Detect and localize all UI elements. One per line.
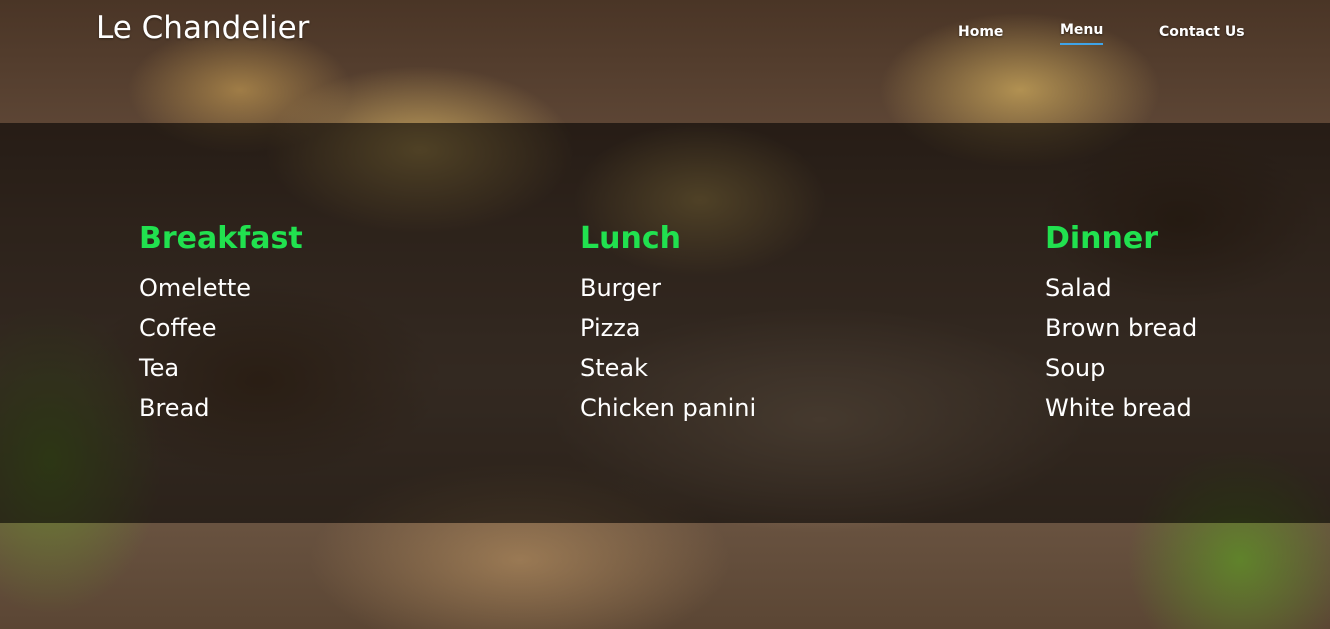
breakfast-title: Breakfast — [139, 221, 303, 256]
nav-contact-link[interactable]: Contact Us — [1159, 24, 1245, 40]
dinner-column: Dinner Salad Brown bread Soup White brea… — [1045, 220, 1197, 428]
nav-menu-link[interactable]: Menu — [1060, 22, 1104, 45]
menu-item: Salad — [1045, 274, 1112, 302]
nav-home-link[interactable]: Home — [958, 24, 1003, 40]
menu-item: Brown bread — [1045, 314, 1198, 342]
page-background: Le Chandelier Home Menu Contact Us Break… — [0, 0, 1330, 629]
lunch-title: Lunch — [580, 221, 681, 256]
breakfast-column: Breakfast Omelette Coffee Tea Bread — [139, 220, 303, 428]
menu-item: White bread — [1045, 394, 1192, 422]
dinner-title: Dinner — [1045, 221, 1159, 256]
menu-item: Pizza — [580, 314, 641, 342]
menu-item: Burger — [580, 274, 661, 302]
lunch-column: Lunch Burger Pizza Steak Chicken panini — [580, 220, 756, 428]
menu-item: Bread — [139, 394, 210, 422]
menu-item: Steak — [580, 354, 649, 382]
menu-item: Tea — [139, 354, 180, 382]
menu-item: Coffee — [139, 314, 217, 342]
menu-item: Chicken panini — [580, 394, 757, 422]
menu-section: Breakfast Omelette Coffee Tea Bread Lunc… — [0, 123, 1330, 523]
menu-item: Omelette — [139, 274, 252, 302]
menu-item: Soup — [1045, 354, 1106, 382]
site-header: Le Chandelier Home Menu Contact Us — [0, 0, 1330, 123]
main-nav: Home Menu Contact Us — [0, 22, 1330, 52]
